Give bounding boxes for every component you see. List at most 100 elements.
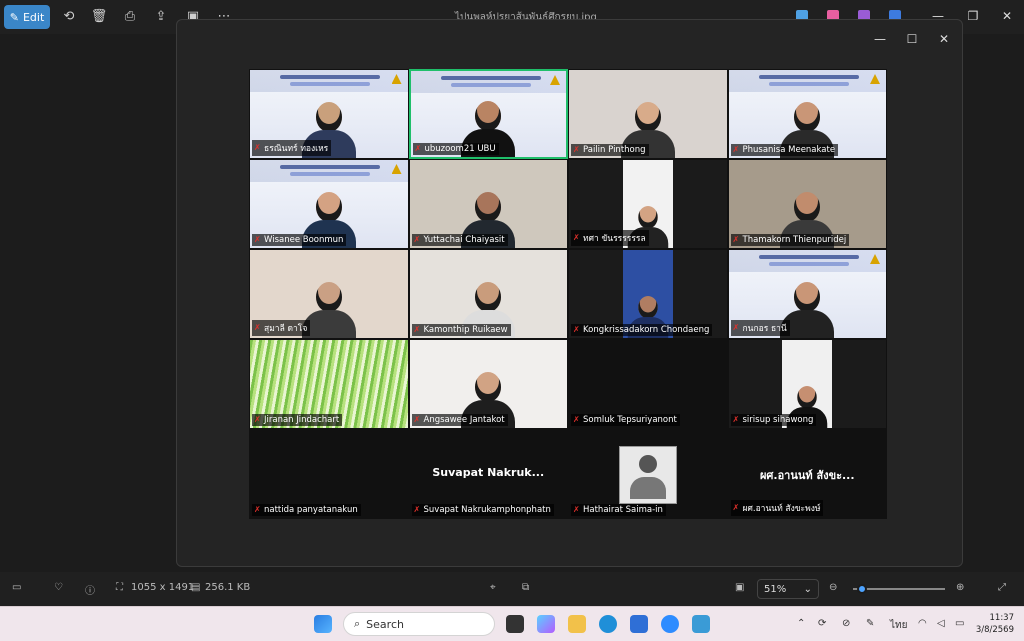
- zoom-value: 51%: [764, 583, 787, 595]
- participant-name-label: ✗ Pailin Pinthong: [571, 144, 649, 156]
- clock-time: 11:37: [989, 613, 1015, 623]
- participant-name-label: ✗ Suvapat Nakrukamphonphatn: [411, 504, 554, 516]
- participant-name-label: ✗ Wisanee Boonmun: [252, 234, 347, 246]
- participant-tile[interactable]: ✗ Pailin Pinthong: [568, 69, 728, 159]
- info-icon[interactable]: ⓘ: [85, 582, 95, 597]
- language-indicator[interactable]: ไทย: [890, 618, 907, 633]
- participant-display-name: Suvapat Nakruk...: [432, 466, 545, 479]
- chevron-up-icon[interactable]: ⌃: [797, 618, 805, 629]
- photos-icon[interactable]: [692, 615, 710, 633]
- filmstrip-icon[interactable]: ▭: [12, 582, 21, 593]
- participant-name-label: ✗ Jiranan Jindachart: [252, 414, 343, 426]
- participant-tile[interactable]: ✗ Kongkrissadakorn Chondaeng: [568, 249, 728, 339]
- crop-icon[interactable]: ⧉: [522, 582, 529, 593]
- battery-icon[interactable]: ▭: [955, 618, 964, 629]
- participant-tile[interactable]: ✗ ubuzoom21 UBU: [408, 69, 568, 159]
- participant-name: สุมาลี ดาโจ: [264, 324, 308, 334]
- muted-mic-icon: ✗: [413, 505, 421, 514]
- file-size: 256.1 KB: [205, 582, 251, 593]
- participant-name: Hathairat Saima-in: [583, 505, 663, 515]
- edit-icon: ✎: [9, 10, 19, 24]
- muted-mic-icon: ✗: [732, 503, 740, 512]
- participant-name-label: ✗ ผศ.อานนท์ สังขะพงษ์: [730, 500, 824, 516]
- dimensions-icon: ⛶: [116, 582, 123, 593]
- muted-mic-icon: ✗: [413, 235, 421, 244]
- participant-tile[interactable]: ✗ สุมาลี ดาโจ: [249, 249, 409, 339]
- participant-name: Jiranan Jindachart: [264, 415, 340, 425]
- actual-size-icon[interactable]: ▣: [735, 582, 744, 593]
- participant-tile[interactable]: ✗ Jiranan Jindachart: [249, 339, 409, 429]
- print-icon[interactable]: ⎙: [121, 8, 139, 26]
- zoom-in-icon[interactable]: ⊕: [956, 582, 964, 593]
- network-off-icon[interactable]: ⊘: [842, 618, 850, 629]
- participant-name-label: ✗ สุมาลี ดาโจ: [252, 320, 311, 336]
- volume-icon[interactable]: ◁: [937, 618, 945, 629]
- participant-name: nattida panyatanakun: [264, 505, 358, 515]
- fullscreen-icon[interactable]: ⤢: [998, 582, 1006, 593]
- clock-date: 3/8/2569: [975, 625, 1014, 635]
- muted-mic-icon: ✗: [573, 505, 580, 514]
- fit-icon[interactable]: ⌖: [490, 582, 496, 593]
- participant-tile[interactable]: Suvapat Nakruk... ✗ Suvapat Nakrukamphonph…: [408, 429, 568, 519]
- delete-icon[interactable]: 🗑: [90, 8, 108, 26]
- participant-tile[interactable]: ✗ ธรณินทร์ ทองเหร: [249, 69, 409, 159]
- zoom-dropdown[interactable]: 51% ⌄: [757, 579, 819, 599]
- file-explorer-icon[interactable]: [568, 615, 586, 633]
- muted-mic-icon: ✗: [254, 415, 261, 424]
- muted-mic-icon: ✗: [573, 325, 580, 334]
- participant-name-label: ✗ Kongkrissadakorn Chondaeng: [571, 324, 713, 336]
- viewer-close-icon[interactable]: ✕: [935, 32, 953, 46]
- participant-name: Yuttachai Chaiyasit: [423, 235, 505, 245]
- edge-icon[interactable]: [599, 615, 617, 633]
- clock[interactable]: 11:37 3/8/2569: [976, 612, 1014, 636]
- participant-tile[interactable]: ✗ Wisanee Boonmun: [249, 159, 409, 249]
- participant-tile[interactable]: ✗ Phusanisa Meenakate: [727, 69, 887, 159]
- file-size-icon: ▤: [191, 582, 201, 593]
- participant-tile[interactable]: ✗ Hathairat Saima-in: [568, 429, 728, 519]
- zoom-slider[interactable]: [853, 584, 945, 594]
- restore-icon[interactable]: ❐: [963, 9, 983, 23]
- muted-mic-icon: ✗: [413, 325, 421, 334]
- zoom-out-icon[interactable]: ⊖: [829, 582, 837, 593]
- store-icon[interactable]: [630, 615, 648, 633]
- participant-tile[interactable]: ✗ Yuttachai Chaiyasit: [408, 159, 568, 249]
- participant-tile[interactable]: ✗ ทศา ขันรรรรรรล: [568, 159, 728, 249]
- taskbar-search[interactable]: ⌕ Search: [343, 612, 495, 636]
- search-icon: ⌕: [354, 617, 361, 630]
- pen-icon[interactable]: ✎: [866, 618, 874, 629]
- participant-tile[interactable]: ✗ กนกอร ธานี: [727, 249, 887, 339]
- close-icon[interactable]: ✕: [997, 9, 1017, 23]
- participant-tile[interactable]: ✗ Somluk Tepsuriyanont: [568, 339, 728, 429]
- muted-mic-icon: ✗: [732, 323, 740, 332]
- copilot-icon[interactable]: [537, 615, 555, 633]
- rotate-icon[interactable]: ⟲: [60, 8, 78, 26]
- participant-tile[interactable]: ✗ Kamonthip Ruikaew: [408, 249, 568, 339]
- participant-tile[interactable]: ✗ Thamakorn Thienpuridej: [727, 159, 887, 249]
- wifi-icon[interactable]: ◠: [918, 618, 927, 629]
- share-icon[interactable]: ⇪: [152, 8, 170, 26]
- task-view-icon[interactable]: [506, 615, 524, 633]
- edit-button[interactable]: ✎ Edit: [4, 5, 50, 29]
- muted-mic-icon: ✗: [254, 235, 261, 244]
- search-placeholder: Search: [366, 617, 404, 631]
- participant-tile[interactable]: ✗ nattida panyatanakun: [249, 429, 409, 519]
- viewer-maximize-icon[interactable]: ☐: [903, 32, 921, 46]
- viewer-minimize-icon[interactable]: —: [871, 32, 889, 46]
- zoom-slider-handle[interactable]: [857, 584, 867, 594]
- participant-name-label: ✗ ทศา ขันรรรรรรล: [571, 230, 649, 246]
- zoom-app-icon[interactable]: [661, 615, 679, 633]
- participant-name: Kongkrissadakorn Chondaeng: [583, 325, 710, 335]
- participant-tile[interactable]: ผศ.อานนท์ สังขะ... ✗ ผศ.อานนท์ สังขะพงษ์: [727, 429, 887, 519]
- muted-mic-icon: ✗: [413, 415, 421, 424]
- participant-name: Pailin Pinthong: [583, 145, 646, 155]
- participant-name: Thamakorn Thienpuridej: [742, 235, 847, 245]
- participant-name: Angsawee Jantakot: [423, 415, 505, 425]
- participant-tile[interactable]: ✗ sirisup sihawong: [727, 339, 887, 429]
- participant-name-label: ✗ Somluk Tepsuriyanont: [571, 414, 680, 426]
- muted-mic-icon: ✗: [573, 233, 580, 242]
- start-icon[interactable]: [314, 615, 332, 633]
- participant-name: Wisanee Boonmun: [264, 235, 344, 245]
- favorite-icon[interactable]: ♡: [54, 582, 63, 593]
- participant-tile[interactable]: ✗ Angsawee Jantakot: [408, 339, 568, 429]
- sync-icon[interactable]: ⟳: [818, 618, 826, 629]
